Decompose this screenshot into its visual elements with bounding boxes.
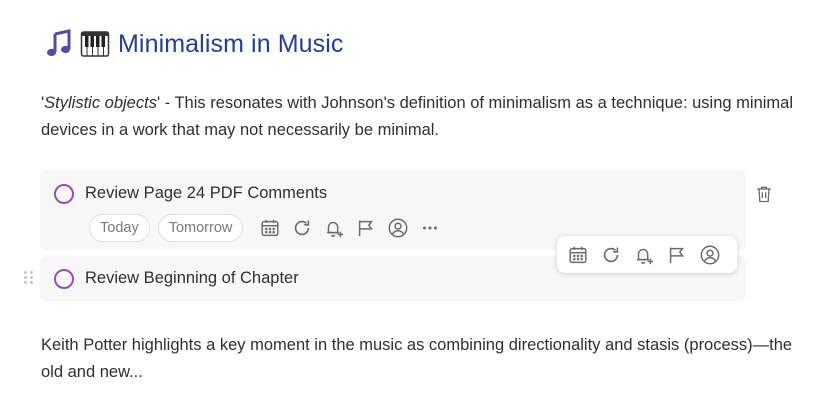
repeat-icon[interactable] — [598, 242, 624, 268]
task-checkbox[interactable] — [54, 184, 74, 204]
flag-icon[interactable] — [664, 242, 690, 268]
flag-icon[interactable] — [353, 215, 379, 241]
assignee-icon[interactable] — [697, 242, 723, 268]
piano-keys-icon — [80, 31, 110, 57]
floating-task-toolbar — [557, 236, 737, 273]
task-checkbox[interactable] — [54, 269, 74, 289]
assignee-icon[interactable] — [385, 215, 411, 241]
reminder-bell-icon[interactable] — [321, 215, 347, 241]
drag-handle-icon[interactable] — [24, 271, 36, 285]
trash-icon[interactable] — [754, 184, 774, 204]
italic-phrase: Stylistic objects — [44, 94, 157, 112]
more-icon[interactable] — [417, 215, 443, 241]
page-title: Minimalism in Music — [118, 29, 344, 58]
task-title[interactable]: Review Page 24 PDF Comments — [85, 184, 327, 203]
today-chip[interactable]: Today — [89, 214, 150, 242]
task-actions-row: Today Tomorrow — [89, 214, 443, 242]
calendar-icon[interactable] — [565, 242, 591, 268]
title-emojis — [44, 29, 110, 59]
repeat-icon[interactable] — [289, 215, 315, 241]
paragraph-stylistic-objects: 'Stylistic objects' - This resonates wit… — [41, 90, 801, 144]
title-row: Minimalism in Music — [44, 24, 344, 64]
delete-task-button[interactable] — [752, 182, 776, 206]
reminder-bell-icon[interactable] — [631, 242, 657, 268]
musical-notes-icon — [47, 29, 71, 57]
calendar-icon[interactable] — [257, 215, 283, 241]
paragraph-keith-potter: Keith Potter highlights a key moment in … — [41, 336, 793, 381]
task-title[interactable]: Review Beginning of Chapter — [85, 269, 299, 288]
tomorrow-chip[interactable]: Tomorrow — [157, 214, 244, 242]
